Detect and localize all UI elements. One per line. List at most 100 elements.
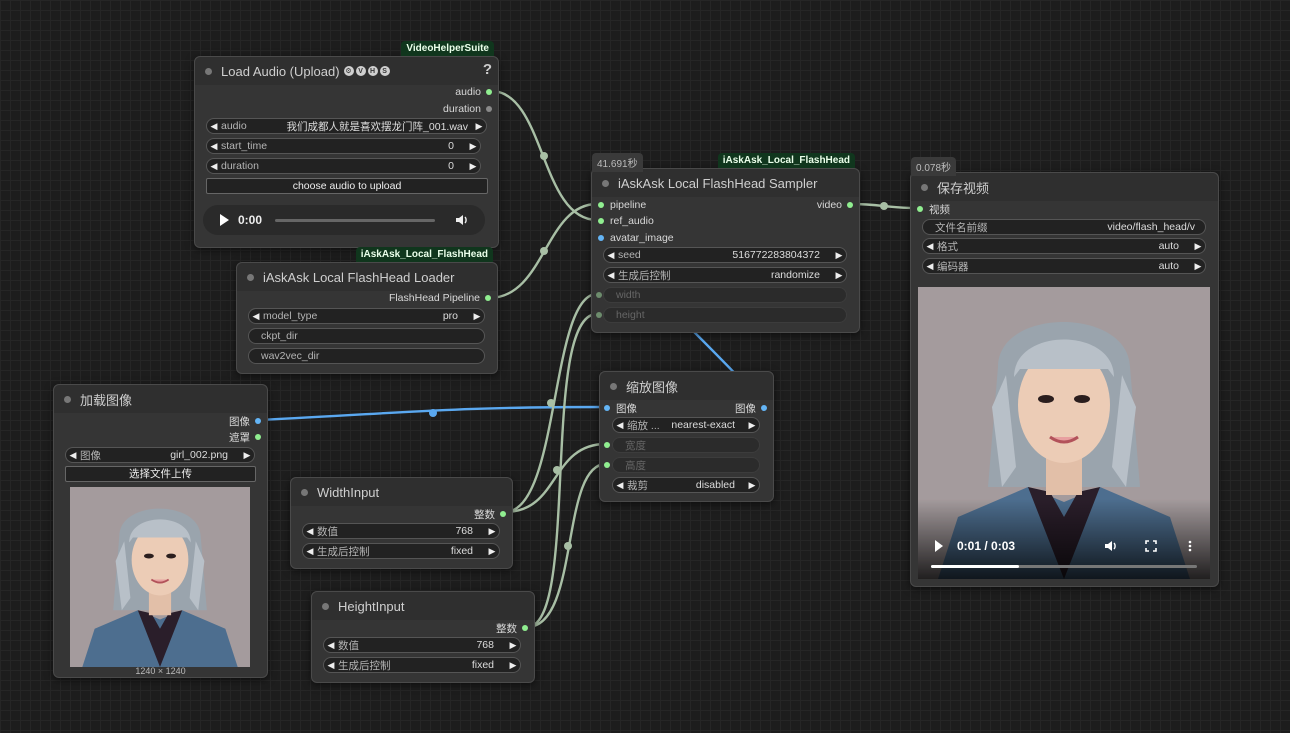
format-combo[interactable]: ◀ 格式 auto ▶ xyxy=(922,238,1206,254)
output-image[interactable]: 图像 xyxy=(229,413,261,429)
arrow-right-icon[interactable]: ▶ xyxy=(506,640,520,651)
arrow-left-icon[interactable]: ◀ xyxy=(604,270,618,281)
node-header[interactable]: iAskAsk Local FlashHead Sampler xyxy=(592,169,859,197)
value-number[interactable]: ◀ 数值 768 ▶ xyxy=(302,523,500,539)
output-port[interactable] xyxy=(255,418,261,424)
input-port[interactable] xyxy=(917,206,923,212)
height-input-port[interactable] xyxy=(596,312,602,318)
control-after-generate-combo[interactable]: ◀ 生成后控制 fixed ▶ xyxy=(323,657,521,673)
arrow-right-icon[interactable]: ▶ xyxy=(485,546,499,557)
arrow-left-icon[interactable]: ◀ xyxy=(613,480,627,491)
audio-file-combo[interactable]: ◀ audio 我们成都人就是喜欢摆龙门阵_001.wav ▶ xyxy=(206,118,487,134)
image-file-combo[interactable]: ◀ 图像 girl_002.png ▶ xyxy=(65,447,255,463)
output-int[interactable]: 整数 xyxy=(496,620,528,636)
value-number[interactable]: ◀ 数值 768 ▶ xyxy=(323,637,521,653)
input-port[interactable] xyxy=(598,202,604,208)
flashhead-sampler-node[interactable]: 41.691秒 iAskAsk_Local_FlashHead iAskAsk … xyxy=(591,153,860,333)
node-header[interactable]: iAskAsk Local FlashHead Loader xyxy=(237,263,497,291)
input-video[interactable]: 视频 xyxy=(917,201,950,217)
width-input-port[interactable] xyxy=(604,442,610,448)
output-mask[interactable]: 遮罩 xyxy=(229,429,261,445)
input-image[interactable]: 图像 xyxy=(604,400,637,416)
arrow-right-icon[interactable]: ▶ xyxy=(1191,241,1205,252)
save-video-node[interactable]: 0.078秒 保存视频 视频 文件名前缀 video/flash_head/v … xyxy=(910,157,1219,587)
choose-audio-button[interactable]: choose audio to upload xyxy=(206,178,488,194)
volume-icon[interactable] xyxy=(1104,539,1118,553)
output-audio[interactable]: audio xyxy=(455,84,492,100)
scale-image-node[interactable]: 缩放图像 图像 图像 ◀ 缩放 ... nearest-exact ▶ 宽度 高… xyxy=(599,371,774,502)
collapse-dot[interactable] xyxy=(247,273,254,281)
arrow-left-icon[interactable]: ◀ xyxy=(604,250,618,261)
arrow-left-icon[interactable]: ◀ xyxy=(923,241,937,252)
seed-number[interactable]: ◀ seed 516772283804372 ▶ xyxy=(603,247,847,263)
node-header[interactable]: WidthInput xyxy=(291,478,512,506)
load-audio-node[interactable]: VideoHelperSuite Load Audio (Upload) ⚙ V… xyxy=(194,41,499,248)
volume-icon[interactable] xyxy=(455,213,469,227)
arrow-left-icon[interactable]: ◀ xyxy=(613,420,627,431)
control-after-generate-combo[interactable]: ◀ 生成后控制 randomize ▶ xyxy=(603,267,847,283)
play-icon[interactable] xyxy=(935,540,943,552)
arrow-left-icon[interactable]: ◀ xyxy=(324,660,338,671)
arrow-left-icon[interactable]: ◀ xyxy=(303,546,317,557)
height-input-port[interactable] xyxy=(604,462,610,468)
arrow-left-icon[interactable]: ◀ xyxy=(249,311,263,322)
collapse-dot[interactable] xyxy=(610,382,617,390)
output-port[interactable] xyxy=(486,106,492,112)
wav2vec-dir-field[interactable]: wav2vec_dir xyxy=(248,348,485,364)
node-header[interactable]: 加载图像 xyxy=(54,385,267,413)
arrow-right-icon[interactable]: ▶ xyxy=(240,450,254,461)
node-header[interactable]: HeightInput xyxy=(312,592,534,620)
output-port[interactable] xyxy=(486,89,492,95)
arrow-left-icon[interactable]: ◀ xyxy=(66,450,80,461)
input-port[interactable] xyxy=(598,235,604,241)
audio-progress-track[interactable] xyxy=(275,218,436,222)
output-port[interactable] xyxy=(522,625,528,631)
more-options-icon[interactable] xyxy=(1188,540,1192,552)
input-port[interactable] xyxy=(604,405,610,411)
collapse-dot[interactable] xyxy=(301,488,308,496)
width-input-node[interactable]: WidthInput 整数 ◀ 数值 768 ▶ ◀ 生成后控制 fixed ▶ xyxy=(290,477,513,569)
output-port[interactable] xyxy=(485,295,491,301)
arrow-left-icon[interactable]: ◀ xyxy=(303,526,317,537)
arrow-left-icon[interactable]: ◀ xyxy=(324,640,338,651)
output-duration[interactable]: duration xyxy=(443,101,492,117)
collapse-dot[interactable] xyxy=(602,179,609,187)
help-icon[interactable]: ? xyxy=(483,61,492,78)
control-after-generate-combo[interactable]: ◀ 生成后控制 fixed ▶ xyxy=(302,543,500,559)
arrow-right-icon[interactable]: ▶ xyxy=(466,161,480,172)
start-time-number[interactable]: ◀ start_time 0 ▶ xyxy=(206,138,481,154)
arrow-left-icon[interactable]: ◀ xyxy=(207,121,221,132)
arrow-right-icon[interactable]: ▶ xyxy=(506,660,520,671)
model-type-combo[interactable]: ◀ model_type pro ▶ xyxy=(248,308,485,324)
play-icon[interactable] xyxy=(220,214,229,226)
node-header[interactable]: 保存视频 xyxy=(911,173,1218,201)
ckpt-dir-field[interactable]: ckpt_dir xyxy=(248,328,485,344)
arrow-right-icon[interactable]: ▶ xyxy=(472,121,486,132)
node-header[interactable]: Load Audio (Upload) ⚙ V H S xyxy=(195,57,498,85)
height-input-node[interactable]: HeightInput 整数 ◀ 数值 768 ▶ ◀ 生成后控制 fixed … xyxy=(311,591,535,683)
arrow-left-icon[interactable]: ◀ xyxy=(207,141,221,152)
width-input-port[interactable] xyxy=(596,292,602,298)
output-image[interactable]: 图像 xyxy=(735,400,767,416)
arrow-left-icon[interactable]: ◀ xyxy=(923,261,937,272)
crop-combo[interactable]: ◀ 裁剪 disabled ▶ xyxy=(612,477,760,493)
codec-combo[interactable]: ◀ 编码器 auto ▶ xyxy=(922,258,1206,274)
filename-prefix-field[interactable]: 文件名前缀 video/flash_head/v xyxy=(922,219,1206,235)
input-pipeline[interactable]: pipeline xyxy=(598,197,646,213)
arrow-right-icon[interactable]: ▶ xyxy=(832,250,846,261)
output-port[interactable] xyxy=(255,434,261,440)
node-header[interactable]: 缩放图像 xyxy=(600,372,773,400)
duration-number[interactable]: ◀ duration 0 ▶ xyxy=(206,158,481,174)
output-port[interactable] xyxy=(761,405,767,411)
input-ref-audio[interactable]: ref_audio xyxy=(598,213,654,229)
output-pipeline[interactable]: FlashHead Pipeline xyxy=(389,290,491,306)
flashhead-loader-node[interactable]: iAskAsk_Local_FlashHead iAskAsk Local Fl… xyxy=(236,247,498,374)
arrow-right-icon[interactable]: ▶ xyxy=(832,270,846,281)
arrow-right-icon[interactable]: ▶ xyxy=(745,480,759,491)
arrow-right-icon[interactable]: ▶ xyxy=(470,311,484,322)
upload-image-button[interactable]: 选择文件上传 xyxy=(65,466,256,482)
collapse-dot[interactable] xyxy=(322,602,329,610)
collapse-dot[interactable] xyxy=(64,395,71,403)
input-avatar-image[interactable]: avatar_image xyxy=(598,230,674,246)
output-port[interactable] xyxy=(500,511,506,517)
